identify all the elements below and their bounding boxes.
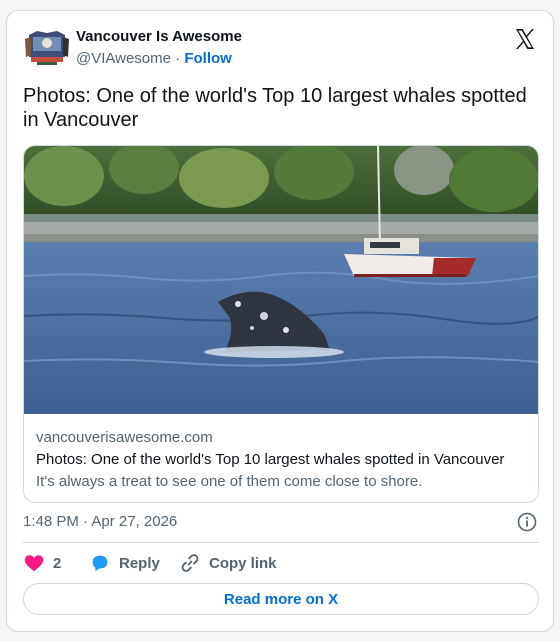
- timestamp-row: 1:48 PM · Apr 27, 2026: [23, 511, 539, 533]
- link-description: It's always a treat to see one of them c…: [36, 473, 423, 490]
- like-count: 2: [53, 554, 62, 572]
- author-name[interactable]: Vancouver Is Awesome: [76, 28, 242, 45]
- divider: [23, 542, 539, 543]
- post-header: Vancouver Is Awesome @VIAwesome · Follow: [23, 23, 539, 73]
- link-meta: vancouverisawesome.com Photos: One of th…: [36, 428, 528, 493]
- reply-bubble-icon: [92, 555, 108, 572]
- avatar[interactable]: [23, 27, 71, 67]
- author-handle[interactable]: @VIAwesome: [76, 50, 171, 67]
- post-timestamp[interactable]: 1:48 PM · Apr 27, 2026: [23, 513, 177, 530]
- copy-link-label: Copy link: [209, 554, 277, 572]
- post-actions: 2 Reply Copy link: [23, 551, 539, 575]
- whale-photo: [24, 146, 538, 414]
- like-button[interactable]: 2: [23, 551, 61, 575]
- read-more-button[interactable]: Read more on X: [23, 583, 539, 615]
- author-handle-row: @VIAwesome · Follow: [76, 50, 232, 67]
- copy-link-button[interactable]: Copy link: [179, 551, 277, 575]
- link-preview-card[interactable]: vancouverisawesome.com Photos: One of th…: [23, 145, 539, 503]
- heart-icon: [24, 555, 44, 572]
- link-domain: vancouverisawesome.com: [36, 429, 213, 446]
- reply-button[interactable]: Reply: [89, 551, 160, 575]
- link-icon: [181, 554, 199, 572]
- x-logo-icon[interactable]: [513, 27, 537, 51]
- follow-button[interactable]: Follow: [184, 50, 232, 67]
- separator-dot: ·: [175, 50, 181, 67]
- embedded-post-card: Vancouver Is Awesome @VIAwesome · Follow…: [6, 10, 554, 632]
- info-icon[interactable]: [517, 512, 537, 532]
- link-title: Photos: One of the world's Top 10 larges…: [36, 451, 505, 468]
- reply-label: Reply: [119, 554, 160, 572]
- post-text: Photos: One of the world's Top 10 larges…: [23, 85, 527, 131]
